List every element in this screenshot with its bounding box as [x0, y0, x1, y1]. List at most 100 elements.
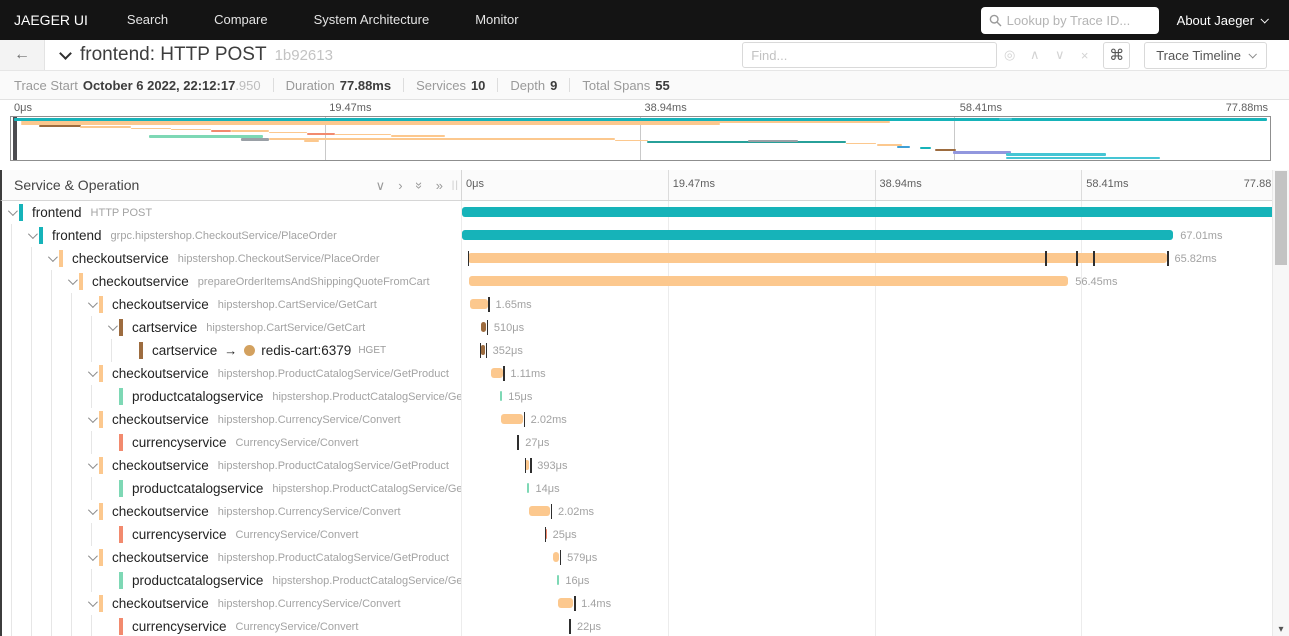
span-bar[interactable]: [558, 598, 574, 608]
nav-item-system-architecture[interactable]: System Architecture: [291, 0, 453, 40]
column-resizer-handle[interactable]: ||: [452, 180, 459, 191]
row-collapse-caret-icon[interactable]: [67, 275, 78, 286]
next-match-icon[interactable]: ∨: [1047, 47, 1072, 63]
operation-name: hipstershop.ProductCatalogService/GetPro…: [217, 551, 449, 564]
row-collapse-caret-icon[interactable]: [87, 459, 98, 470]
minimap-scrub-handle[interactable]: [13, 117, 17, 160]
nav-item-compare[interactable]: Compare: [191, 0, 290, 40]
span-bar[interactable]: [462, 207, 1289, 217]
trace-summary-bar: Trace Start October 6 2022, 22:12:17.950…: [0, 71, 1289, 100]
collapse-all-icon[interactable]: »: [412, 181, 427, 188]
nav-items: Search Compare System Architecture Monitor: [104, 0, 542, 40]
divider: [272, 78, 274, 92]
span-row-label-cell[interactable]: productcatalogservice hipstershop.Product…: [2, 569, 462, 592]
chevron-down-icon: [1260, 15, 1269, 24]
trace-start-value: October 6 2022, 22:12:17.950: [82, 77, 261, 93]
span-row-label-cell[interactable]: currencyservice CurrencyService/Convert: [2, 615, 462, 636]
service-operation-header-cell: Service & Operation ∨ › » » ||: [2, 170, 462, 200]
span-bar[interactable]: [500, 391, 503, 401]
duration-value: 77.88ms: [339, 77, 392, 93]
span-bar[interactable]: [527, 483, 530, 493]
indent-guide: [11, 224, 12, 247]
trace-view-selector[interactable]: Trace Timeline: [1144, 41, 1267, 69]
row-collapse-caret-icon[interactable]: [27, 229, 38, 240]
span-bar[interactable]: [552, 552, 560, 562]
span-bar[interactable]: [480, 322, 486, 332]
span-row-label-cell[interactable]: checkoutservice hipstershop.ProductCatalo…: [2, 362, 462, 385]
back-button[interactable]: ←: [0, 40, 45, 70]
keyboard-shortcuts-button[interactable]: ⌘: [1103, 41, 1131, 69]
span-bar[interactable]: [481, 345, 485, 355]
span-row-label-cell[interactable]: frontend grpc.hipstershop.CheckoutService…: [2, 224, 462, 247]
operation-name: HTTP POST: [90, 206, 153, 219]
span-row-label-cell[interactable]: cartservice → redis-cart:6379 HGET: [2, 339, 462, 362]
span-bar[interactable]: [557, 575, 560, 585]
span-row-label-cell[interactable]: currencyservice CurrencyService/Convert: [2, 523, 462, 546]
span-bar[interactable]: [470, 299, 488, 309]
span-row-label-cell[interactable]: checkoutservice hipstershop.CurrencyServi…: [2, 408, 462, 431]
minimap-canvas[interactable]: [10, 116, 1271, 161]
indent-guide: [11, 293, 12, 316]
trace-collapse-caret-icon[interactable]: [59, 46, 72, 60]
span-bar[interactable]: [462, 230, 1174, 240]
nav-item-search[interactable]: Search: [104, 0, 191, 40]
total-spans-value: 55: [655, 77, 670, 93]
indent-guide: [31, 408, 32, 431]
vertical-scrollbar[interactable]: ▾: [1272, 170, 1289, 636]
nav-item-monitor[interactable]: Monitor: [452, 0, 541, 40]
trace-lookup-input[interactable]: [980, 6, 1159, 34]
span-row-label-cell[interactable]: cartservice hipstershop.CartService/GetCa…: [2, 316, 462, 339]
operation-name: hipstershop.CurrencyService/Convert: [217, 597, 401, 610]
row-collapse-caret-icon[interactable]: [87, 597, 98, 608]
span-log-tick: [544, 527, 547, 542]
row-collapse-caret-icon[interactable]: [87, 551, 98, 562]
span-row-timeline-cell: 25μs: [462, 523, 1289, 546]
span-row-timeline-cell: 510μs: [462, 316, 1289, 339]
caret-slot: [64, 275, 79, 286]
row-collapse-caret-icon[interactable]: [87, 413, 98, 424]
collapse-one-icon[interactable]: ∨: [376, 179, 386, 192]
span-bar[interactable]: [490, 368, 503, 378]
row-collapse-caret-icon[interactable]: [87, 298, 98, 309]
span-row-label-cell[interactable]: checkoutservice hipstershop.CartService/G…: [2, 293, 462, 316]
total-spans-label: Total Spans: [582, 77, 651, 93]
span-row-label-cell[interactable]: checkoutservice hipstershop.ProductCatalo…: [2, 546, 462, 569]
find-input[interactable]: [742, 42, 998, 68]
span-bar[interactable]: [468, 276, 1069, 286]
span-row-label-cell[interactable]: currencyservice CurrencyService/Convert: [2, 431, 462, 454]
indent-guide: [51, 339, 52, 362]
span-row-timeline-cell: 352μs: [462, 339, 1289, 362]
span-row-label-cell[interactable]: checkoutservice hipstershop.CurrencyServi…: [2, 500, 462, 523]
row-collapse-caret-icon[interactable]: [87, 505, 98, 516]
span-row-label-cell[interactable]: frontend HTTP POST: [2, 201, 462, 224]
expand-all-icon[interactable]: »: [436, 179, 443, 192]
service-name: checkoutservice: [92, 274, 189, 289]
trace-id: 1b92613: [274, 46, 333, 64]
row-collapse-caret-icon[interactable]: [47, 252, 58, 263]
span-row-label-cell[interactable]: productcatalogservice hipstershop.Product…: [2, 385, 462, 408]
span-bar[interactable]: [528, 506, 551, 516]
expand-one-icon[interactable]: ›: [398, 179, 402, 192]
span-duration-label: 1.4ms: [581, 598, 612, 610]
span-row-label-cell[interactable]: checkoutservice hipstershop.CheckoutServi…: [2, 247, 462, 270]
prev-match-icon[interactable]: ∧: [1022, 47, 1047, 63]
jaeger-brand[interactable]: JAEGER UI: [0, 12, 104, 28]
operation-name: hipstershop.ProductCatalogService/GetPro…: [272, 390, 462, 403]
minimap-span: [391, 135, 446, 137]
row-collapse-caret-icon[interactable]: [87, 367, 98, 378]
about-jaeger-menu[interactable]: About Jaeger: [1177, 13, 1269, 28]
span-duration-label: 14μs: [535, 483, 560, 495]
span-bar[interactable]: [467, 253, 1167, 263]
span-row-label-cell[interactable]: checkoutservice hipstershop.CurrencyServi…: [2, 592, 462, 615]
span-row-label-cell[interactable]: checkoutservice hipstershop.ProductCatalo…: [2, 454, 462, 477]
row-collapse-caret-icon[interactable]: [7, 206, 18, 217]
clear-find-icon[interactable]: ×: [1072, 48, 1097, 63]
match-focus-icon[interactable]: ◎: [997, 47, 1022, 63]
scrollbar-thumb[interactable]: [1275, 171, 1287, 265]
span-bar[interactable]: [501, 414, 523, 424]
scroll-down-arrow-icon[interactable]: ▾: [1273, 624, 1289, 635]
span-row-label-cell[interactable]: productcatalogservice hipstershop.Product…: [2, 477, 462, 500]
span-row-label-cell[interactable]: checkoutservice prepareOrderItemsAndShipp…: [2, 270, 462, 293]
row-collapse-caret-icon[interactable]: [107, 321, 118, 332]
operation-name: hipstershop.ProductCatalogService/GetPro…: [217, 459, 449, 472]
